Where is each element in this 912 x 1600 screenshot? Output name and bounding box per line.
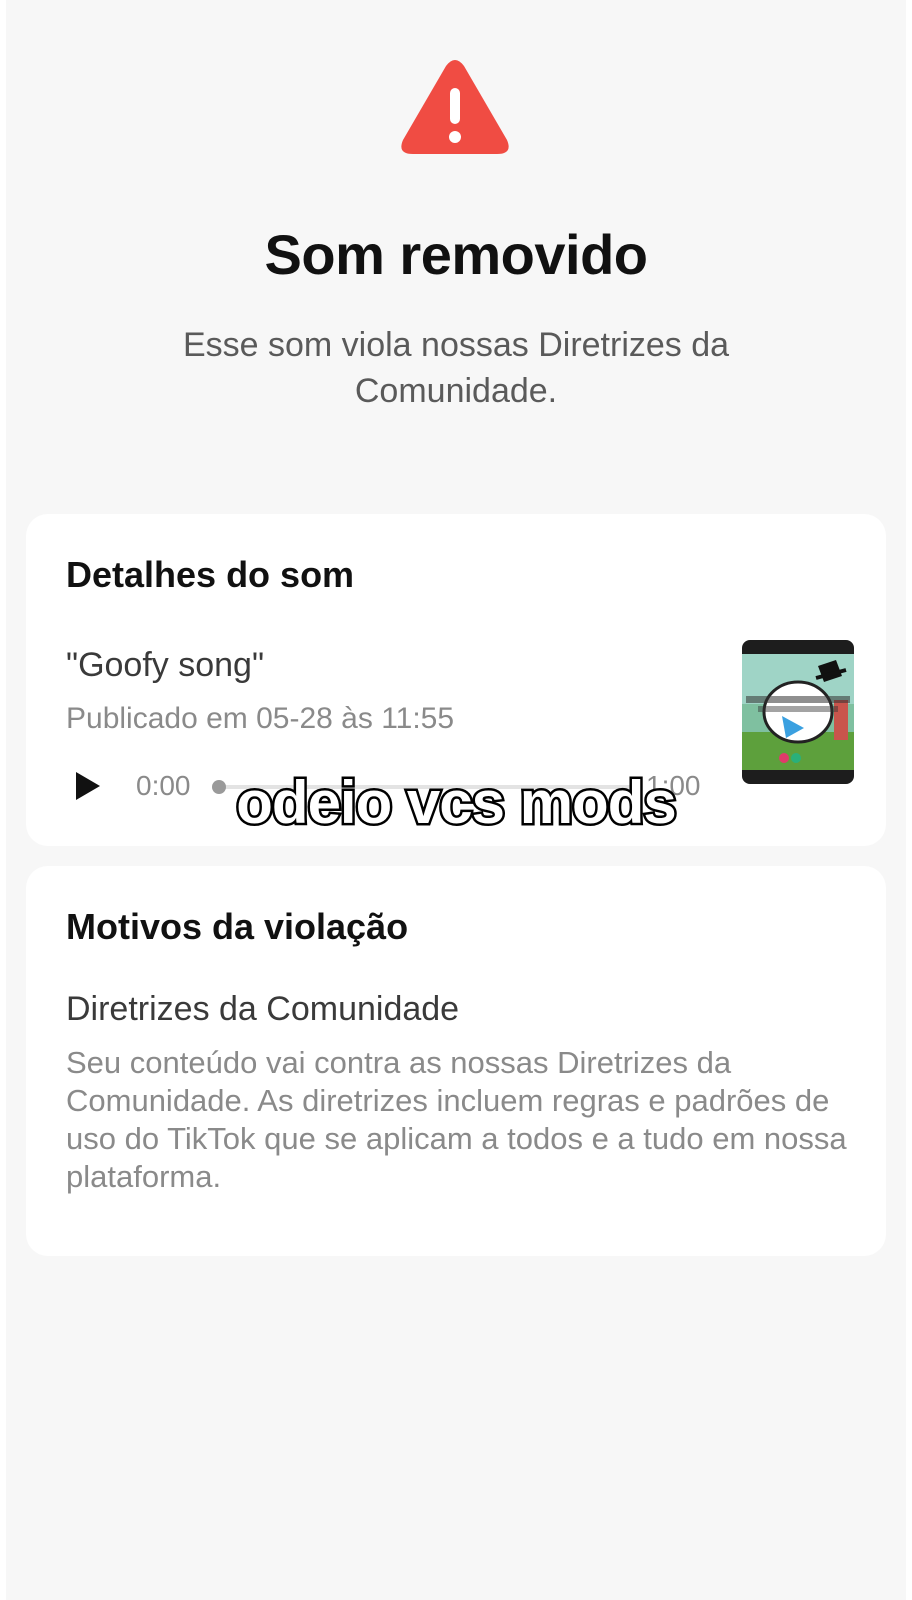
- page-subtitle: Esse som viola nossas Diretrizes da Comu…: [182, 326, 730, 410]
- violation-reason-title: Diretrizes da Comunidade: [66, 990, 460, 1028]
- page-title: Som removido: [264, 223, 648, 286]
- sound-name: "Goofy song": [66, 646, 265, 684]
- sound-details-heading: Detalhes do som: [66, 554, 355, 595]
- sound-publish-date: Publicado em 05-28 às 11:55: [66, 702, 455, 735]
- warning-triangle-icon: [401, 60, 509, 154]
- violation-heading: Motivos da violação: [66, 906, 409, 947]
- violation-reasons-card: Motivos da violação Diretrizes da Comuni…: [26, 866, 886, 1256]
- overlay-caption: odeio vcs mods: [234, 767, 679, 839]
- sound-cover-thumbnail[interactable]: [742, 640, 854, 784]
- violation-reason-description: Seu conteúdo vai contra as nossas Diretr…: [66, 1045, 847, 1194]
